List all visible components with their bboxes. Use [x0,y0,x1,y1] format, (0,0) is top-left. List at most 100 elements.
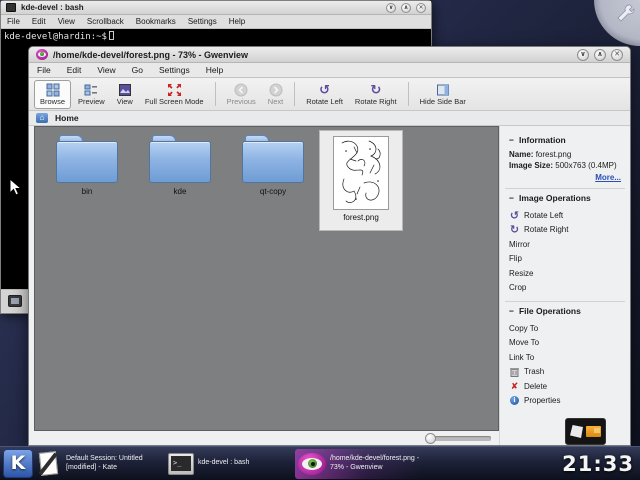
sidebar-action-properties[interactable]: i Properties [509,394,621,409]
folder-item-kde[interactable]: kde [134,129,226,196]
home-icon[interactable]: ⌂ [36,113,48,123]
previous-button[interactable]: Previous [222,80,261,109]
folder-orange-icon[interactable] [586,426,601,437]
close-button[interactable]: ✕ [416,3,426,13]
menu-file[interactable]: File [1,17,26,26]
folder-label: bin [41,187,133,196]
gwenview-sidebar: − Information Name: forest.png Image Siz… [499,126,630,445]
thumbnail-size-slider[interactable] [425,436,491,441]
sidebar-action-delete[interactable]: ✘ Delete [509,379,621,394]
slider-handle[interactable] [425,433,436,444]
gwenview-window-title: /home/kde-devel/forest.png - 73% - Gwenv… [53,50,248,60]
menu-help[interactable]: Help [198,64,231,76]
kde-menu-button[interactable]: K [3,449,33,478]
rotate-left-icon: ↺ [319,82,330,97]
section-header-information[interactable]: − Information [509,135,621,145]
sidebar-action-rotate-right[interactable]: ↻ Rotate Right [509,223,621,238]
toolbar-separator [408,82,409,106]
rotate-right-icon: ↻ [370,82,381,97]
folder-label: kde [134,187,226,196]
view-button[interactable]: View [112,80,138,109]
menu-settings[interactable]: Settings [182,17,223,26]
maximize-button[interactable]: ∧ [594,49,606,61]
preview-button[interactable]: Preview [73,80,110,109]
task-konsole[interactable]: >_ kde-devel : bash [165,449,293,479]
breadcrumb-home[interactable]: Home [55,113,79,123]
gwenview-statusbar [34,431,499,445]
image-label: forest.png [320,213,402,222]
folder-icon [56,135,118,183]
close-button[interactable]: ✕ [611,49,623,61]
rotate-right-button[interactable]: ↻ Rotate Right [350,80,402,109]
info-image-size: Image Size: 500x763 (0.4MP) [509,161,621,170]
folder-label: qt-copy [227,187,319,196]
konsole-menubar: File Edit View Scrollback Bookmarks Sett… [1,15,431,29]
sidebar-separator [505,301,625,302]
next-button[interactable]: Next [263,80,288,109]
rotate-left-button[interactable]: ↺ Rotate Left [301,80,348,109]
gwenview-titlebar[interactable]: /home/kde-devel/forest.png - 73% - Gwenv… [29,47,630,63]
konsole-tab-icon[interactable] [8,295,22,307]
sidebar-action-mirror[interactable]: Mirror [509,237,621,252]
browse-button[interactable]: Browse [34,80,71,109]
minimize-button[interactable]: ∨ [386,3,396,13]
hide-sidebar-button[interactable]: Hide Side Bar [415,80,471,109]
browse-icon [46,82,60,97]
collapse-icon: − [509,306,514,316]
taskbar: K Default Session: Untitled [modified] -… [0,446,640,480]
task-label: /home/kde-devel/forest.png - 73% - Gwenv… [330,455,419,472]
mouse-cursor [9,178,22,197]
digital-clock[interactable]: 21:33 [562,452,637,476]
more-link[interactable]: More... [595,173,621,182]
image-thumbnail [333,136,389,210]
next-icon [269,82,283,97]
trash-icon [509,367,520,377]
gwenview-window: /home/kde-devel/forest.png - 73% - Gwenv… [28,46,631,446]
collapse-icon: − [509,193,514,203]
sidebar-separator [505,188,625,189]
thumbnail-view[interactable]: bin kde qt-copy [34,126,499,431]
task-kate[interactable]: Default Session: Untitled [modified] - K… [35,449,163,479]
gwenview-icon [36,49,48,60]
menu-bookmarks[interactable]: Bookmarks [130,17,182,26]
menu-edit[interactable]: Edit [59,64,90,76]
sidebar-action-copy-to[interactable]: Copy To [509,321,621,336]
image-item-forest-selected[interactable]: forest.png [319,130,403,231]
sidebar-action-link-to[interactable]: Link To [509,350,621,365]
folder-icon [242,135,304,183]
document-icon[interactable] [570,425,583,438]
sidebar-action-flip[interactable]: Flip [509,252,621,267]
info-name: Name: forest.png [509,150,621,159]
section-header-image-operations[interactable]: − Image Operations [509,193,621,203]
gwenview-icon [298,453,326,475]
previous-icon [234,82,248,97]
konsole-titlebar[interactable]: kde-devel : bash ∨ ∧ ✕ [1,1,431,15]
menu-go[interactable]: Go [124,64,151,76]
task-gwenview-active[interactable]: /home/kde-devel/forest.png - 73% - Gwenv… [295,449,423,479]
view-icon [118,82,132,97]
sidebar-action-move-to[interactable]: Move To [509,336,621,351]
tray-widget[interactable] [565,418,606,445]
menu-view[interactable]: View [89,64,123,76]
sidebar-action-trash[interactable]: Trash [509,365,621,380]
plasma-toolbox[interactable] [594,0,640,46]
section-header-file-operations[interactable]: − File Operations [509,306,621,316]
menu-view[interactable]: View [52,17,81,26]
folder-item-qt-copy[interactable]: qt-copy [227,129,319,196]
menu-scrollback[interactable]: Scrollback [81,17,130,26]
fullscreen-button[interactable]: Full Screen Mode [140,80,209,109]
sidebar-action-resize[interactable]: Resize [509,266,621,281]
desktop: kde-devel : bash ∨ ∧ ✕ File Edit View Sc… [0,0,640,480]
gwenview-menubar: File Edit View Go Settings Help [29,63,630,78]
kate-icon [38,451,62,477]
sidebar-action-crop[interactable]: Crop [509,281,621,296]
menu-settings[interactable]: Settings [151,64,198,76]
minimize-button[interactable]: ∨ [577,49,589,61]
maximize-button[interactable]: ∧ [401,3,411,13]
menu-file[interactable]: File [29,64,59,76]
menu-help[interactable]: Help [223,17,251,26]
rotate-right-icon: ↻ [509,223,520,236]
sidebar-action-rotate-left[interactable]: ↺ Rotate Left [509,208,621,223]
folder-item-bin[interactable]: bin [41,129,133,196]
menu-edit[interactable]: Edit [26,17,52,26]
